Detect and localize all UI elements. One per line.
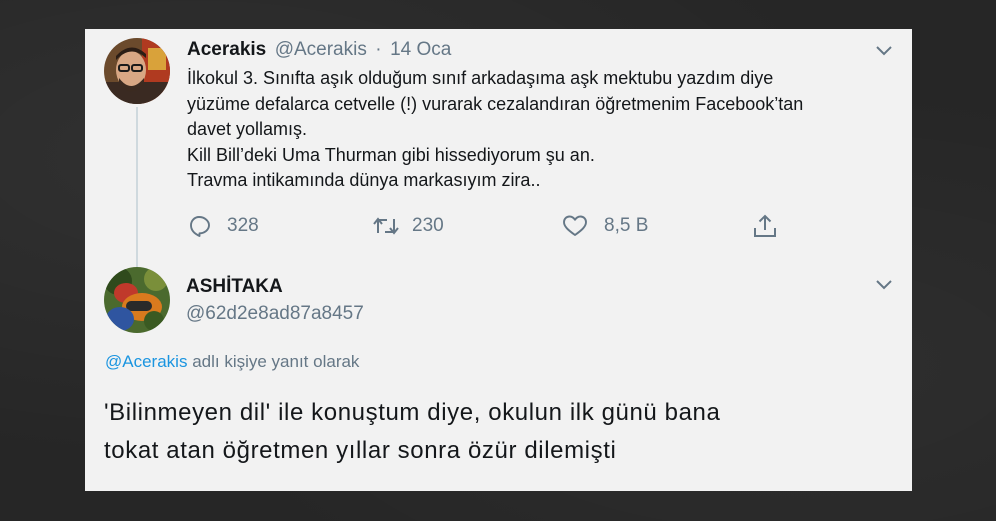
share-icon	[754, 214, 776, 237]
date-separator: ·	[375, 39, 382, 60]
tweet-text: İlkokul 3. Sınıfta aşık olduğum sınıf ar…	[187, 66, 897, 194]
reply-text-line: tokat atan öğretmen yıllar sonra özür di…	[104, 437, 617, 464]
author-handle[interactable]: @Acerakis	[275, 39, 367, 60]
tweet-header: Acerakis @Acerakis · 14 Oca	[187, 39, 451, 61]
reply-icon	[190, 216, 210, 237]
reply-count: 328	[227, 215, 259, 236]
retweet-count: 230	[412, 215, 444, 236]
acerakis-avatar[interactable]	[104, 38, 170, 104]
replying-to: @Acerakis adlı kişiye yanıt olarak	[105, 352, 359, 372]
reply-to-label: adlı kişiye yanıt olarak	[192, 352, 360, 371]
reply-text-line: 'Bilinmeyen dil' ile konuştum diye, okul…	[104, 399, 721, 426]
reply-button[interactable]: 328	[188, 213, 259, 239]
tweet-text-line: İlkokul 3. Sınıfta aşık olduğum sınıf ar…	[187, 68, 774, 88]
chevron-down-icon[interactable]	[876, 280, 892, 290]
tweet-date[interactable]: 14 Oca	[390, 39, 451, 60]
chevron-down-icon[interactable]	[876, 46, 892, 56]
author-name[interactable]: Acerakis	[187, 39, 266, 60]
tweet-text-line: davet yollamış.	[187, 119, 308, 139]
like-count: 8,5 B	[604, 215, 649, 236]
like-icon	[563, 215, 587, 236]
reply-author-handle[interactable]: @62d2e8ad87a8457	[186, 303, 364, 325]
like-button[interactable]: 8,5 B	[562, 213, 648, 239]
reply-to-mention-link[interactable]: @Acerakis	[105, 352, 187, 371]
share-button[interactable]	[752, 213, 778, 239]
tweet-thread-card: Acerakis @Acerakis · 14 Oca İlkokul 3. S…	[85, 29, 912, 491]
ashitaka-avatar[interactable]	[104, 267, 170, 333]
thread-connector-line	[136, 107, 138, 287]
reply-text: 'Bilinmeyen dil' ile konuştum diye, okul…	[104, 394, 904, 470]
retweet-icon	[373, 217, 399, 235]
tweet-text-line: yüzüme defalarca cetvelle (!) vurarak ce…	[187, 93, 804, 114]
tweet-text-line: Kill Bill’deki Uma Thurman gibi hissediy…	[187, 144, 595, 165]
retweet-button[interactable]: 230	[372, 213, 444, 239]
tweet-text-line: Travma intikamında dünya markasıyım zira…	[187, 170, 541, 190]
reply-author-name[interactable]: ASHİTAKA	[186, 276, 283, 298]
